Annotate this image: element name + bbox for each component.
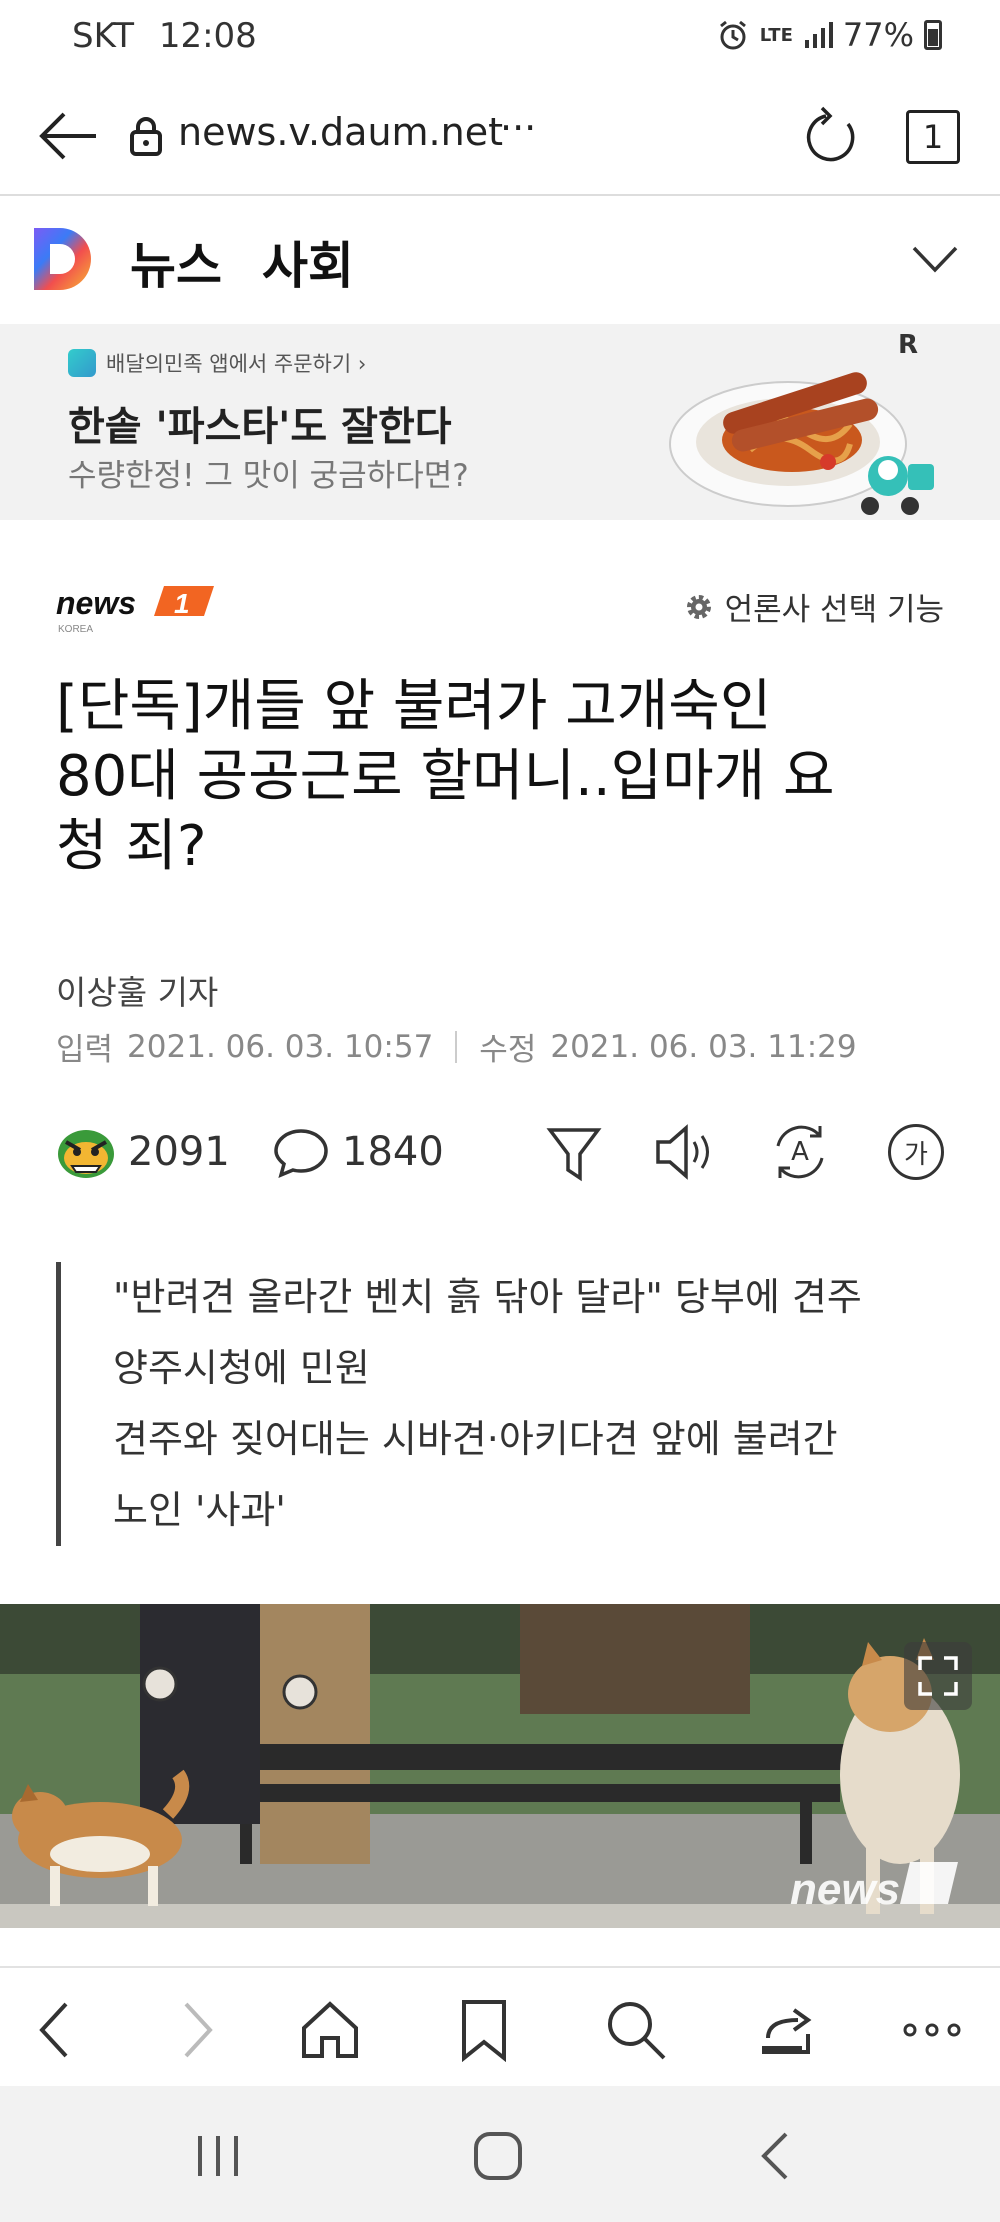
article-title: [단독]개들 앞 불려가 고개숙인 80대 공공근로 할머니..입마개 요 청 … (56, 672, 956, 882)
summary-line: 양주시청에 민원 (113, 1346, 370, 1390)
publisher-row: news 1 KOREA 언론사 선택 기능 (0, 570, 1000, 640)
android-navigation-bar (0, 2086, 1000, 2222)
expand-icon[interactable] (904, 1642, 972, 1710)
reaction-button[interactable]: 2091 (56, 1120, 230, 1184)
news1-logo[interactable]: news 1 KOREA (56, 580, 226, 636)
status-bar: SKT 12:08 LTE 77% (0, 0, 1000, 76)
ad-headline: 한솥 '파스타'도 잘한다 (68, 404, 452, 450)
speaker-icon[interactable] (652, 1120, 714, 1184)
home-icon[interactable] (298, 1998, 362, 2062)
nav-back-icon[interactable] (748, 2126, 808, 2186)
title-line: 청 죄? (56, 814, 207, 879)
gear-icon (686, 594, 711, 619)
font-size-label: 가 (904, 1139, 928, 1170)
url-more[interactable]: ··· (500, 106, 536, 150)
home-button-icon[interactable] (468, 2126, 528, 2186)
article-dates: 입력 2021. 06. 03. 10:57 수정 2021. 06. 03. … (56, 1024, 857, 1069)
fullscreen-icon (918, 1656, 958, 1696)
translate-label: A (791, 1137, 809, 1167)
back-arrow-icon[interactable] (36, 106, 100, 166)
speech-bubble-icon (274, 1129, 328, 1178)
daum-logo-icon[interactable] (30, 224, 100, 294)
reporter-name[interactable]: 이상훌 기자 (56, 966, 218, 1014)
input-date: 2021. 06. 03. 10:57 (127, 1028, 434, 1065)
input-label: 입력 (56, 1032, 114, 1068)
bookmark-icon[interactable] (452, 1998, 516, 2062)
network-label: LTE (759, 24, 793, 46)
publisher-select-button[interactable]: 언론사 선택 기능 (683, 584, 944, 629)
ad-banner[interactable]: 배달의민족 앱에서 주문하기 › 한솥 '파스타'도 잘한다 수량한정! 그 맛… (0, 324, 1000, 520)
status-carrier-time: SKT 12:08 (72, 16, 257, 56)
reaction-count: 2091 (128, 1129, 230, 1175)
svg-text:1: 1 (174, 588, 190, 619)
summary-line: 노인 '사과' (113, 1488, 286, 1532)
pasta-plate-image (669, 372, 934, 515)
summary-line: 견주와 짖어대는 시바견·아키다견 앞에 불려간 (113, 1417, 838, 1461)
font-size-button[interactable]: 가 (888, 1124, 944, 1180)
baemin-app-icon (68, 349, 96, 377)
date-divider (455, 1030, 458, 1063)
battery-icon (924, 20, 942, 50)
svg-text:KOREA: KOREA (58, 624, 93, 635)
comment-button[interactable]: 1840 (272, 1120, 444, 1184)
publisher-select-label: 언론사 선택 기능 (724, 592, 944, 628)
share-icon[interactable] (754, 1998, 818, 2062)
chevron-down-icon[interactable] (910, 242, 960, 276)
battery-percent: 77% (842, 16, 914, 54)
more-menu-icon[interactable] (900, 1998, 964, 2062)
browser-url-bar: news.v.daum.net ··· 1 (0, 76, 1000, 196)
url-text[interactable]: news.v.daum.net (178, 110, 503, 154)
ad-source: 배달의민족 앱에서 주문하기 › (68, 348, 366, 378)
modified-date: 2021. 06. 03. 11:29 (550, 1028, 857, 1065)
svg-text:news: news (790, 1865, 900, 1914)
article-photo[interactable]: news (0, 1604, 1000, 1928)
search-icon[interactable] (604, 1998, 668, 2062)
forward-icon[interactable] (162, 1998, 226, 2062)
angry-face-emoji-icon (58, 1130, 114, 1178)
svg-text:news: news (56, 585, 136, 621)
article-actions: 2091 1840 A 가 (0, 1112, 1000, 1192)
ad-subtext: 수량한정! 그 맛이 궁금하다면? (68, 458, 469, 494)
carrier-label: SKT (72, 16, 135, 56)
title-line: 80대 공공근로 할머니..입마개 요 (56, 744, 835, 809)
browser-toolbar (0, 1966, 1000, 2086)
alarm-icon (719, 20, 746, 50)
park-dogs-image: news (0, 1604, 1000, 1928)
service-title[interactable]: 뉴스 (130, 226, 222, 298)
section-title[interactable]: 사회 (262, 226, 354, 298)
clock-label: 12:08 (158, 16, 257, 56)
modified-label: 수정 (479, 1032, 537, 1068)
signal-icon (804, 22, 833, 48)
title-line: [단독]개들 앞 불려가 고개숙인 (56, 674, 772, 739)
tab-count-button[interactable]: 1 (906, 110, 960, 164)
translate-button[interactable]: A (768, 1120, 832, 1184)
ad-source-label: 배달의민족 앱에서 주문하기 › (106, 352, 367, 376)
recent-apps-icon[interactable] (188, 2126, 248, 2186)
daum-news-header: 뉴스 사회 (0, 196, 1000, 324)
summary-line: "반려견 올라간 벤치 흙 닦아 달라" 당부에 견주 (113, 1275, 862, 1319)
comment-count: 1840 (342, 1129, 444, 1175)
article-summary: "반려견 올라간 벤치 흙 닦아 달라" 당부에 견주 양주시청에 민원 견주와… (56, 1262, 956, 1546)
filter-icon[interactable] (546, 1120, 602, 1184)
lock-icon (130, 117, 162, 156)
reload-icon[interactable] (802, 106, 864, 168)
back-icon[interactable] (26, 1998, 90, 2062)
